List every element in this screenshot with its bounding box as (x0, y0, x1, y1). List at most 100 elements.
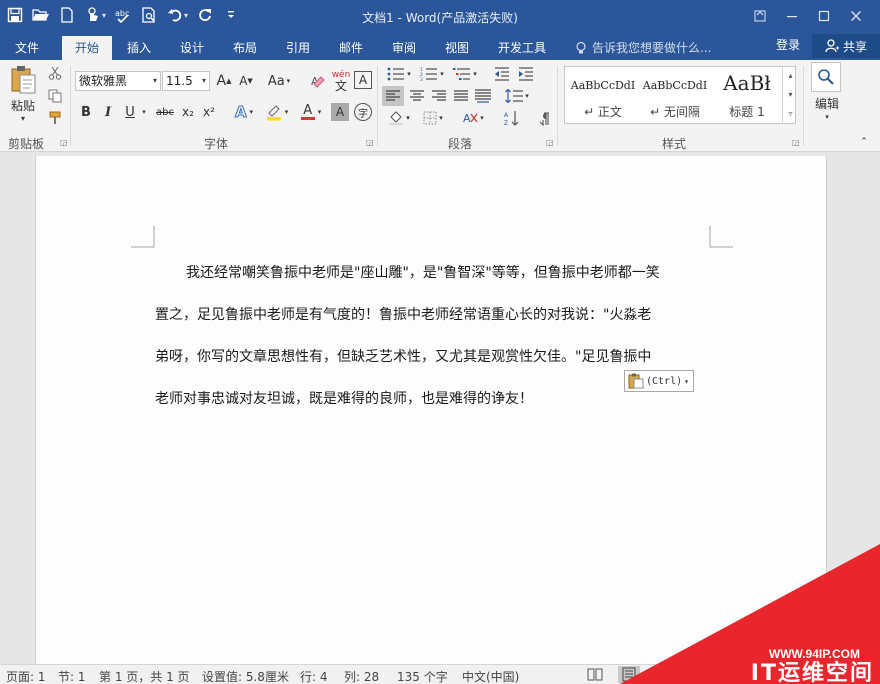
status-section[interactable]: 节: 1 (58, 668, 86, 684)
format-painter-icon[interactable] (46, 109, 64, 127)
character-shading-button[interactable]: A (331, 103, 349, 121)
underline-button[interactable]: U (122, 102, 138, 122)
align-center-icon[interactable] (406, 86, 428, 106)
tab-developer[interactable]: 开发工具 (492, 36, 552, 60)
styles-launcher-icon[interactable]: ◲ (792, 138, 800, 147)
status-page[interactable]: 页面: 1 (6, 668, 46, 684)
chevron-down-icon[interactable]: ▾ (783, 85, 798, 104)
multilevel-list-button[interactable]: ▾ (450, 64, 480, 84)
clipboard-group-label: 剪贴板 (8, 137, 45, 151)
tab-insert[interactable]: 插入 (116, 36, 162, 60)
shading-button[interactable]: ▾ (384, 108, 414, 128)
style-heading-1[interactable]: AaBł 标题 1 (711, 67, 783, 123)
status-word-count[interactable]: 135 个字 (397, 668, 448, 684)
tab-design[interactable]: 设计 (169, 36, 215, 60)
status-row[interactable]: 行: 4 (300, 668, 328, 684)
tab-home[interactable]: 开始 (62, 36, 112, 60)
ribbon-display-icon[interactable] (744, 6, 776, 26)
status-position[interactable]: 设置值: 5.8厘米 (202, 668, 289, 684)
chinese-layout-icon: A (463, 112, 478, 125)
justify-icon[interactable] (450, 86, 472, 106)
font-name-combo[interactable]: 微软雅黑 ▾ (75, 71, 161, 91)
login-link[interactable]: 登录 (776, 36, 800, 53)
highlight-color-button[interactable]: ▾ (262, 102, 292, 122)
line-spacing-button[interactable]: ▾ (502, 86, 532, 106)
borders-icon (423, 111, 437, 125)
borders-button[interactable]: ▾ (418, 108, 448, 128)
svg-text:3: 3 (420, 77, 423, 81)
paste-button[interactable]: 粘贴 ▾ (6, 64, 40, 124)
paragraph-group-label: 段落 (448, 137, 473, 151)
numbering-button[interactable]: 1 2 3 ▾ (417, 64, 447, 84)
enclose-characters-button[interactable]: 字 (354, 103, 372, 121)
separator (377, 66, 378, 146)
share-button[interactable]: 共享 (812, 34, 880, 58)
maximize-icon[interactable] (808, 6, 840, 26)
phonetic-guide-button[interactable]: wén 文 (331, 68, 351, 94)
cut-icon[interactable] (46, 64, 64, 82)
chevron-down-icon[interactable]: ▾ (153, 72, 157, 90)
tab-review[interactable]: 审阅 (381, 36, 427, 60)
shrink-font-button[interactable]: A ▼ (236, 71, 256, 91)
separator (803, 66, 804, 146)
read-mode-icon[interactable] (584, 666, 606, 683)
show-marks-icon[interactable] (534, 110, 554, 128)
decrease-indent-icon[interactable] (492, 64, 512, 84)
editing-label[interactable]: 编辑 (812, 94, 842, 112)
paste-dropdown-icon[interactable]: ▾ (21, 114, 25, 123)
style-normal[interactable]: AaBbCcDdI ↵ 正文 (567, 67, 639, 123)
tab-file[interactable]: 文件 (0, 36, 54, 60)
chevron-down-icon[interactable]: ▾ (684, 377, 689, 386)
distributed-icon[interactable] (472, 86, 494, 106)
align-left-icon[interactable] (382, 86, 404, 106)
clear-formatting-icon[interactable]: A (308, 71, 328, 91)
search-icon[interactable] (811, 62, 841, 92)
status-column[interactable]: 列: 28 (344, 668, 379, 684)
style-name: ↵ 正文 (584, 105, 622, 119)
increase-indent-icon[interactable] (516, 64, 536, 84)
close-icon[interactable] (840, 6, 872, 26)
gallery-more-icon[interactable]: ▿ (783, 104, 798, 123)
tab-references[interactable]: 引用 (275, 36, 321, 60)
strikethrough-button[interactable]: abc (154, 102, 176, 122)
tell-me-box[interactable]: 告诉我您想要做什么... (574, 36, 711, 60)
sort-icon[interactable]: AZ (502, 108, 522, 128)
align-right-icon[interactable] (428, 86, 450, 106)
tab-layout[interactable]: 布局 (222, 36, 268, 60)
site-watermark: WWW.94IP.COM IT运维空间 (620, 544, 880, 684)
chevron-up-icon[interactable]: ▴ (783, 66, 798, 85)
clipboard-launcher-icon[interactable]: ◲ (60, 138, 68, 147)
chinese-layout-button[interactable]: A ▾ (458, 108, 488, 128)
paste-options-button[interactable]: (Ctrl) ▾ (624, 370, 694, 392)
styles-gallery: AaBbCcDdI ↵ 正文 AaBbCcDdI ↵ 无间隔 AaBł 标题 1 (564, 66, 796, 124)
svg-text:Z: Z (504, 120, 508, 126)
copy-icon[interactable] (46, 87, 64, 105)
text-effects-button[interactable]: A ▾ (228, 102, 260, 122)
character-border-button[interactable]: A (354, 71, 372, 89)
change-case-button[interactable]: Aa ▾ (264, 71, 294, 91)
superscript-button[interactable]: x² (200, 102, 218, 122)
minimize-icon[interactable] (776, 6, 808, 26)
italic-button[interactable]: I (100, 102, 116, 122)
status-language[interactable]: 中文(中国) (462, 668, 519, 684)
font-name-value: 微软雅黑 (79, 74, 128, 88)
underline-dropdown-icon[interactable]: ▾ (140, 104, 148, 120)
font-size-combo[interactable]: 11.5 ▾ (162, 71, 210, 91)
tab-view[interactable]: 视图 (434, 36, 480, 60)
paragraph-launcher-icon[interactable]: ◲ (546, 138, 554, 147)
bold-button[interactable]: B (78, 102, 94, 122)
font-launcher-icon[interactable]: ◲ (366, 138, 374, 147)
status-page-count[interactable]: 第 1 页，共 1 页 (99, 668, 190, 684)
chevron-down-icon[interactable]: ▾ (202, 72, 206, 90)
subscript-button[interactable]: x₂ (179, 102, 197, 122)
style-no-spacing[interactable]: AaBbCcDdI ↵ 无间隔 (639, 67, 711, 123)
lightbulb-icon (576, 41, 586, 54)
editing-dropdown-icon[interactable]: ▾ (822, 112, 832, 122)
grow-font-button[interactable]: A ▲ (214, 71, 234, 91)
bullets-button[interactable]: ▾ (384, 64, 414, 84)
font-color-button[interactable]: A ▾ (296, 102, 326, 122)
paste-label: 粘贴 (10, 99, 35, 113)
tab-mailings[interactable]: 邮件 (328, 36, 374, 60)
collapse-ribbon-icon[interactable]: ⌃ (858, 136, 870, 148)
paint-bucket-icon (389, 111, 404, 126)
